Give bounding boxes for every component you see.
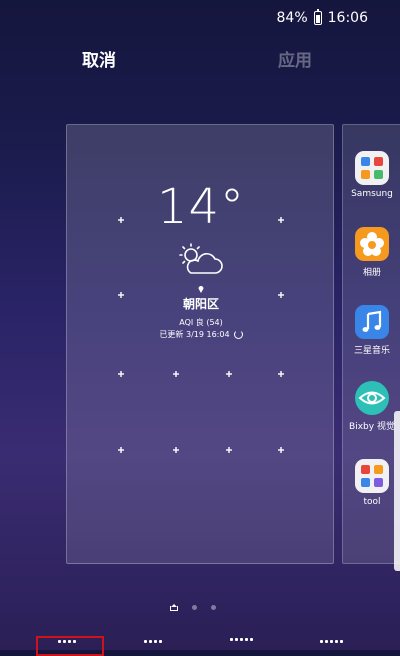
sidebar-app-label: 三星音乐 bbox=[353, 346, 390, 356]
grid-option-5x5[interactable] bbox=[230, 638, 253, 648]
sidebar-app-label: 相册 bbox=[362, 268, 381, 278]
sidebar-app-label: Samsung bbox=[351, 189, 393, 199]
grid-marker bbox=[226, 371, 232, 377]
page-indicator bbox=[170, 602, 230, 612]
grid-option-5x6[interactable] bbox=[320, 640, 343, 650]
grid-marker bbox=[278, 447, 284, 453]
battery-percent: 84% bbox=[276, 10, 308, 26]
grid-marker bbox=[173, 447, 179, 453]
grid-marker bbox=[118, 447, 124, 453]
updated-label: 已更新 3/19 16:04 bbox=[159, 330, 230, 339]
refresh-icon[interactable] bbox=[233, 330, 243, 339]
sidebar-app-label: Bixby 视觉 bbox=[349, 422, 395, 432]
music-icon bbox=[355, 305, 389, 339]
clock: 16:06 bbox=[327, 10, 368, 26]
samsung-folder-icon bbox=[355, 151, 389, 185]
status-right: 84% 16:06 bbox=[276, 9, 368, 26]
grid-marker bbox=[118, 371, 124, 377]
bixby-vision-icon bbox=[355, 381, 389, 415]
partly-cloudy-icon bbox=[179, 243, 223, 274]
app-sidebar-preview[interactable]: Samsung 相册 三星音乐 Bixby 视觉 tool bbox=[342, 124, 400, 571]
home-screen-preview[interactable]: 14° 朝阳区 AQI 良 (54) 已更新 3/19 16:04 bbox=[66, 124, 334, 564]
grid-option-4x4[interactable] bbox=[58, 640, 76, 650]
grid-marker bbox=[173, 371, 179, 377]
aqi-text: AQI 良 (54) bbox=[179, 318, 223, 327]
tool-folder-icon bbox=[355, 459, 389, 493]
sidebar-app-tool[interactable]: tool bbox=[343, 459, 400, 507]
grid-marker bbox=[226, 447, 232, 453]
battery-icon bbox=[313, 9, 322, 25]
home-page-icon[interactable] bbox=[170, 603, 178, 611]
location-name: 朝阳区 bbox=[182, 297, 219, 311]
sidebar-app-samsung[interactable]: Samsung bbox=[343, 151, 400, 199]
sidebar-app-gallery[interactable]: 相册 bbox=[343, 227, 400, 278]
updated-text: 已更新 3/19 16:04 bbox=[67, 329, 335, 340]
temperature: 14° bbox=[156, 179, 246, 235]
cancel-button[interactable]: 取消 bbox=[82, 46, 116, 71]
sidebar-app-label: tool bbox=[363, 497, 381, 507]
page-dot[interactable] bbox=[192, 604, 197, 610]
status-bar: 84% 16:06 bbox=[0, 0, 400, 36]
grid-option-4x5[interactable] bbox=[144, 640, 162, 650]
sidebar-app-bixby-vision[interactable]: Bixby 视觉 bbox=[343, 381, 400, 432]
gallery-icon bbox=[355, 227, 389, 261]
sidebar-app-music[interactable]: 三星音乐 bbox=[343, 305, 400, 356]
top-actions: 取消 应用 bbox=[0, 46, 400, 72]
location-pin-icon bbox=[198, 286, 204, 293]
edge-panel-handle[interactable] bbox=[394, 411, 400, 571]
grid-marker bbox=[278, 371, 284, 377]
page-dot[interactable] bbox=[211, 604, 216, 610]
apply-button[interactable]: 应用 bbox=[278, 46, 312, 71]
